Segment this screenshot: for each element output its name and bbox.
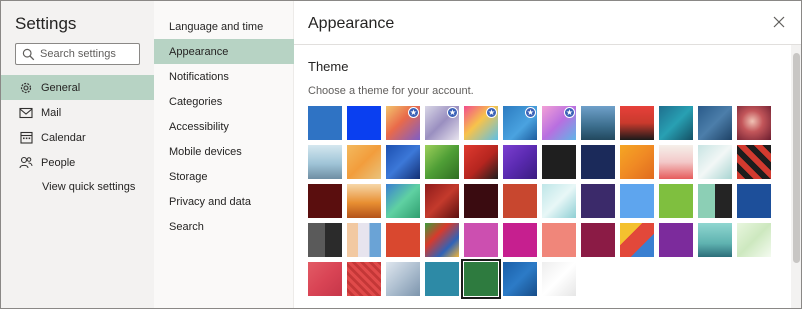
view-quick-settings-link[interactable]: View quick settings bbox=[42, 181, 135, 193]
people-icon bbox=[18, 155, 34, 171]
theme-swatch[interactable] bbox=[581, 145, 615, 179]
submenu-language-and-time[interactable]: Language and time bbox=[154, 14, 294, 39]
panel-header: Appearance bbox=[294, 1, 801, 45]
appearance-panel: Appearance Theme Choose a theme for your… bbox=[294, 1, 801, 308]
submenu-categories[interactable]: Categories bbox=[154, 89, 294, 114]
star-icon: ★ bbox=[408, 107, 419, 118]
nav-item-mail[interactable]: Mail bbox=[1, 100, 154, 125]
search-icon bbox=[22, 48, 35, 61]
theme-swatch[interactable] bbox=[464, 145, 498, 179]
nav-item-calendar[interactable]: Calendar bbox=[1, 125, 154, 150]
theme-swatch[interactable]: ★ bbox=[503, 106, 537, 140]
theme-swatch[interactable] bbox=[347, 184, 381, 218]
nav-item-people[interactable]: People bbox=[1, 150, 154, 175]
theme-swatch[interactable] bbox=[425, 184, 459, 218]
settings-window: Settings General bbox=[0, 0, 802, 309]
theme-swatch[interactable] bbox=[347, 223, 381, 257]
page-title: Appearance bbox=[308, 15, 395, 32]
nav-item-label: Mail bbox=[41, 106, 62, 119]
theme-swatch[interactable] bbox=[659, 106, 693, 140]
theme-swatch[interactable] bbox=[581, 184, 615, 218]
submenu-accessibility[interactable]: Accessibility bbox=[154, 114, 294, 139]
theme-description: Choose a theme for your account. bbox=[308, 85, 474, 97]
theme-swatch[interactable] bbox=[620, 145, 654, 179]
theme-swatch[interactable] bbox=[347, 262, 381, 296]
theme-swatch[interactable] bbox=[737, 223, 771, 257]
theme-swatch[interactable] bbox=[464, 184, 498, 218]
theme-swatch[interactable]: ★ bbox=[386, 106, 420, 140]
nav-item-label: Calendar bbox=[41, 131, 86, 144]
nav-item-label: People bbox=[41, 156, 76, 169]
star-icon: ★ bbox=[525, 107, 536, 118]
theme-swatch[interactable] bbox=[542, 262, 576, 296]
theme-swatch[interactable] bbox=[503, 145, 537, 179]
theme-swatch[interactable] bbox=[581, 223, 615, 257]
theme-swatch[interactable] bbox=[425, 262, 459, 296]
theme-swatch[interactable] bbox=[308, 262, 342, 296]
close-icon[interactable] bbox=[772, 15, 786, 29]
theme-swatch[interactable] bbox=[503, 262, 537, 296]
theme-swatch[interactable] bbox=[347, 106, 381, 140]
theme-swatch[interactable] bbox=[620, 106, 654, 140]
nav-item-label: General bbox=[41, 81, 81, 94]
theme-swatch[interactable]: ★ bbox=[464, 106, 498, 140]
theme-swatch[interactable] bbox=[386, 262, 420, 296]
nav-item-general[interactable]: General bbox=[1, 75, 154, 100]
theme-swatch[interactable] bbox=[308, 145, 342, 179]
mail-icon bbox=[18, 105, 34, 121]
theme-swatch[interactable] bbox=[464, 223, 498, 257]
theme-swatch[interactable] bbox=[659, 145, 693, 179]
submenu-mobile-devices[interactable]: Mobile devices bbox=[154, 139, 294, 164]
theme-swatch[interactable] bbox=[620, 223, 654, 257]
theme-swatch[interactable] bbox=[581, 106, 615, 140]
theme-swatch[interactable] bbox=[698, 145, 732, 179]
search-input[interactable] bbox=[40, 46, 136, 62]
theme-swatch[interactable] bbox=[425, 145, 459, 179]
submenu-notifications[interactable]: Notifications bbox=[154, 64, 294, 89]
calendar-icon bbox=[18, 130, 34, 146]
submenu-storage[interactable]: Storage bbox=[154, 164, 294, 189]
star-icon: ★ bbox=[564, 107, 575, 118]
theme-swatch[interactable] bbox=[737, 106, 771, 140]
submenu-appearance[interactable]: Appearance bbox=[154, 39, 294, 64]
theme-swatch[interactable] bbox=[659, 223, 693, 257]
theme-swatch[interactable] bbox=[737, 184, 771, 218]
settings-title: Settings bbox=[15, 14, 77, 33]
submenu-search[interactable]: Search bbox=[154, 214, 294, 239]
theme-swatch[interactable] bbox=[386, 184, 420, 218]
theme-swatch[interactable] bbox=[461, 259, 501, 299]
star-icon: ★ bbox=[486, 107, 497, 118]
theme-swatch[interactable] bbox=[503, 184, 537, 218]
gear-icon bbox=[18, 80, 34, 96]
theme-swatch[interactable] bbox=[698, 223, 732, 257]
theme-grid: ★ ★ ★ ★ ★ bbox=[308, 106, 771, 301]
theme-swatch[interactable] bbox=[503, 223, 537, 257]
theme-swatch[interactable]: ★ bbox=[425, 106, 459, 140]
theme-swatch[interactable] bbox=[308, 223, 342, 257]
theme-swatch[interactable] bbox=[308, 184, 342, 218]
scrollbar-thumb[interactable] bbox=[793, 53, 800, 263]
theme-heading: Theme bbox=[308, 59, 349, 74]
settings-sidebar: Settings General bbox=[1, 1, 154, 308]
theme-swatch[interactable] bbox=[620, 184, 654, 218]
theme-swatch[interactable] bbox=[737, 145, 771, 179]
general-submenu: Language and time Appearance Notificatio… bbox=[154, 1, 294, 308]
theme-swatch[interactable] bbox=[542, 223, 576, 257]
star-icon: ★ bbox=[447, 107, 458, 118]
search-box[interactable] bbox=[15, 43, 140, 65]
theme-swatch[interactable] bbox=[698, 106, 732, 140]
theme-swatch[interactable] bbox=[386, 223, 420, 257]
theme-swatch[interactable] bbox=[542, 145, 576, 179]
submenu-privacy-and-data[interactable]: Privacy and data bbox=[154, 189, 294, 214]
theme-swatch[interactable]: ★ bbox=[542, 106, 576, 140]
theme-swatch[interactable] bbox=[308, 106, 342, 140]
theme-swatch[interactable] bbox=[542, 184, 576, 218]
theme-swatch[interactable] bbox=[698, 184, 732, 218]
theme-swatch[interactable] bbox=[347, 145, 381, 179]
theme-swatch[interactable] bbox=[659, 184, 693, 218]
theme-swatch[interactable] bbox=[425, 223, 459, 257]
theme-swatch[interactable] bbox=[386, 145, 420, 179]
